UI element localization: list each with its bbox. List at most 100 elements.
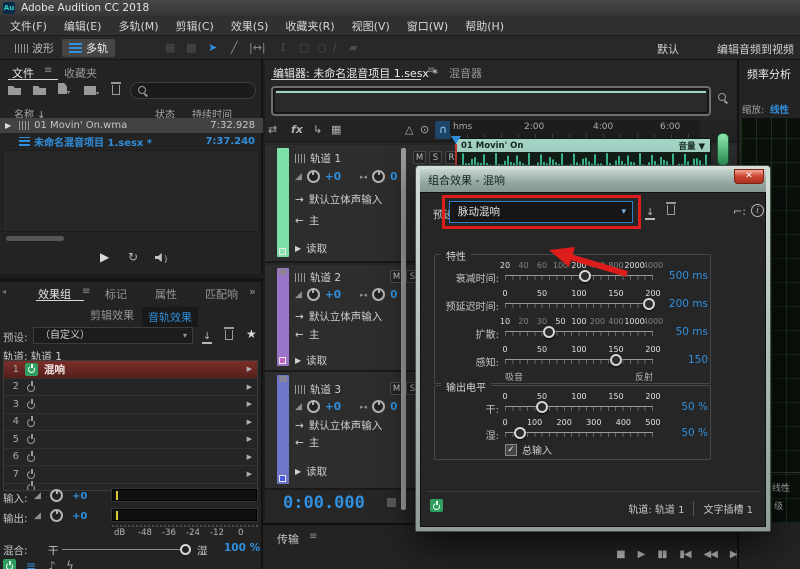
track-output-select[interactable]: 主 bbox=[309, 327, 320, 342]
snap-magnet-icon[interactable]: ∩ bbox=[435, 121, 451, 139]
routing-editor-icon[interactable]: ⌐: bbox=[733, 205, 746, 218]
mix-slider[interactable] bbox=[62, 549, 190, 550]
power-icon[interactable] bbox=[25, 451, 36, 462]
menu-item-5[interactable]: 收藏夹(R) bbox=[285, 18, 334, 34]
automation-mode-select[interactable]: 读取 bbox=[306, 464, 327, 479]
effect-slot-1[interactable]: 1混响▶ bbox=[4, 361, 257, 379]
effect-slot-5[interactable]: 5▶ bbox=[4, 431, 257, 449]
slider-knob[interactable] bbox=[610, 354, 622, 366]
tab-transport[interactable]: 传输 bbox=[277, 531, 299, 547]
slider-knob[interactable] bbox=[543, 326, 555, 338]
effect-slot-4[interactable]: 4▶ bbox=[4, 414, 257, 432]
power-icon[interactable] bbox=[25, 416, 36, 427]
slider-knob[interactable] bbox=[536, 401, 548, 413]
rack-power-button[interactable] bbox=[3, 559, 16, 569]
chevron-right-icon[interactable]: ▶ bbox=[247, 365, 257, 373]
close-icon[interactable]: ✕ bbox=[734, 169, 764, 184]
razor-tool-icon[interactable]: ╱ bbox=[231, 41, 238, 54]
pause-button[interactable]: ▮▮ bbox=[657, 549, 666, 560]
info-icon[interactable]: i bbox=[751, 203, 764, 217]
menu-item-8[interactable]: 帮助(H) bbox=[465, 18, 504, 34]
mute-button[interactable]: M bbox=[413, 151, 426, 164]
menu-item-0[interactable]: 文件(F) bbox=[10, 18, 47, 34]
chevron-right-icon[interactable]: ▶ bbox=[247, 383, 257, 391]
loop-playback-icon[interactable]: ↻ bbox=[128, 250, 138, 264]
effect-power-button[interactable] bbox=[430, 499, 443, 512]
open-folder-icon[interactable] bbox=[8, 85, 21, 98]
panel-overflow-icon[interactable]: » bbox=[249, 285, 256, 298]
solo-button[interactable]: S bbox=[429, 151, 442, 164]
effect-slot-6[interactable]: 6▶ bbox=[4, 449, 257, 467]
slider-knob[interactable] bbox=[514, 427, 526, 439]
clip-volume-label[interactable]: 音量 ▼ bbox=[678, 140, 705, 152]
insert-into-multitrack-icon[interactable]: ▾ bbox=[84, 85, 99, 98]
tab-match-loudness[interactable]: 匹配响 bbox=[205, 286, 238, 302]
lightning-icon[interactable]: ϟ bbox=[66, 559, 74, 569]
track-input-select[interactable]: 默认立体声输入 bbox=[309, 309, 383, 324]
track-output-select[interactable]: 主 bbox=[309, 435, 320, 450]
panel-overflow-left-icon[interactable]: ◂ bbox=[2, 287, 6, 296]
panel-menu-icon[interactable]: ≡ bbox=[309, 531, 317, 542]
title-bar[interactable]: Au Adobe Audition CC 2018 bbox=[0, 0, 800, 16]
param-slider[interactable]: 050100150200 bbox=[505, 345, 653, 373]
track-color-bar[interactable] bbox=[277, 375, 289, 484]
slip-tool-icon[interactable]: |↔| bbox=[249, 41, 266, 54]
volume-knob[interactable] bbox=[307, 170, 320, 183]
tab-favorites[interactable]: 收藏夹 bbox=[64, 65, 97, 81]
workspace-default-button[interactable]: 默认 bbox=[657, 41, 679, 57]
param-slider[interactable]: 050100150200 bbox=[505, 392, 653, 420]
automation-chevron-icon[interactable]: ▶ bbox=[295, 467, 301, 476]
dialog-preset-dropdown[interactable]: 脉动混响 ▾ bbox=[449, 201, 633, 223]
workspace-video-button[interactable]: 编辑音频到视频 bbox=[717, 41, 794, 57]
track-color-bar[interactable] bbox=[277, 148, 289, 257]
save-preset-icon[interactable]: ↓ bbox=[645, 205, 655, 220]
multitrack-view-button[interactable]: 多轨 bbox=[62, 39, 115, 57]
metering-icon[interactable]: ▦ bbox=[331, 123, 341, 136]
menu-item-7[interactable]: 窗口(W) bbox=[407, 18, 448, 34]
track-name[interactable]: 轨道 2 bbox=[310, 270, 341, 285]
list-icon[interactable]: ≡ bbox=[26, 559, 36, 569]
horizontal-scrollbar[interactable] bbox=[6, 236, 64, 241]
dialog-title-bar[interactable]: 组合效果 - 混响 bbox=[420, 169, 766, 192]
track-name[interactable]: 轨道 1 bbox=[310, 151, 341, 166]
favorite-star-icon[interactable]: ★ bbox=[246, 327, 257, 341]
power-icon[interactable] bbox=[25, 363, 38, 376]
chevron-right-icon[interactable]: ▶ bbox=[247, 453, 257, 461]
save-preset-icon[interactable]: ↓ bbox=[202, 329, 212, 344]
metronome-icon[interactable]: △ bbox=[405, 123, 413, 136]
menu-item-3[interactable]: 剪辑(C) bbox=[176, 18, 214, 34]
expand-chevron-icon[interactable]: ▶ bbox=[5, 121, 11, 130]
automation-chevron-icon[interactable]: ▶ bbox=[295, 356, 301, 365]
chevron-right-icon[interactable]: ▶ bbox=[247, 470, 257, 478]
waveform-view-button[interactable]: 波形 bbox=[8, 39, 61, 57]
power-icon[interactable] bbox=[25, 381, 36, 392]
menu-item-2[interactable]: 多轨(M) bbox=[118, 18, 158, 34]
power-icon[interactable] bbox=[25, 434, 36, 445]
automation-mode-select[interactable]: 读取 bbox=[306, 353, 327, 368]
mix-slider-knob[interactable] bbox=[180, 544, 191, 555]
fx-icon[interactable]: fx bbox=[291, 123, 303, 136]
file-row-wma[interactable]: ▶ 01 Movin' On.wma 7:32.928 bbox=[0, 118, 263, 133]
track-input-select[interactable]: 默认立体声输入 bbox=[309, 192, 383, 207]
stop-button[interactable]: ■ bbox=[616, 549, 624, 560]
timeline-ruler[interactable]: hms 2:00 4:00 6:00 bbox=[450, 120, 700, 140]
param-slider[interactable]: 1020305010020040010004000 bbox=[505, 317, 653, 345]
skip-back-button[interactable]: ▮◀ bbox=[679, 549, 690, 560]
rewind-button[interactable]: ◀◀ bbox=[704, 549, 717, 560]
monitor-input-icon[interactable]: ♪ bbox=[48, 559, 56, 569]
power-icon[interactable] bbox=[25, 399, 36, 410]
tab-mixer[interactable]: 混音器 bbox=[449, 65, 482, 81]
output-gain-knob[interactable] bbox=[50, 509, 63, 522]
tab-properties[interactable]: 属性 bbox=[155, 286, 177, 302]
track-name[interactable]: 轨道 3 bbox=[310, 382, 341, 397]
power-icon[interactable] bbox=[25, 469, 36, 480]
preset-dropdown[interactable]: （自定义） ▾ bbox=[33, 327, 193, 344]
delete-preset-icon[interactable] bbox=[667, 203, 675, 218]
auto-play-icon[interactable]: ) bbox=[155, 252, 168, 265]
pan-knob[interactable] bbox=[372, 170, 385, 183]
chevron-right-icon[interactable]: ▶ bbox=[247, 400, 257, 408]
effect-slot-3[interactable]: 3▶ bbox=[4, 396, 257, 414]
track-input-select[interactable]: 默认立体声输入 bbox=[309, 418, 383, 433]
zoom-navigator-icon[interactable] bbox=[717, 92, 728, 103]
routing-icon[interactable]: ↳ bbox=[313, 123, 322, 136]
